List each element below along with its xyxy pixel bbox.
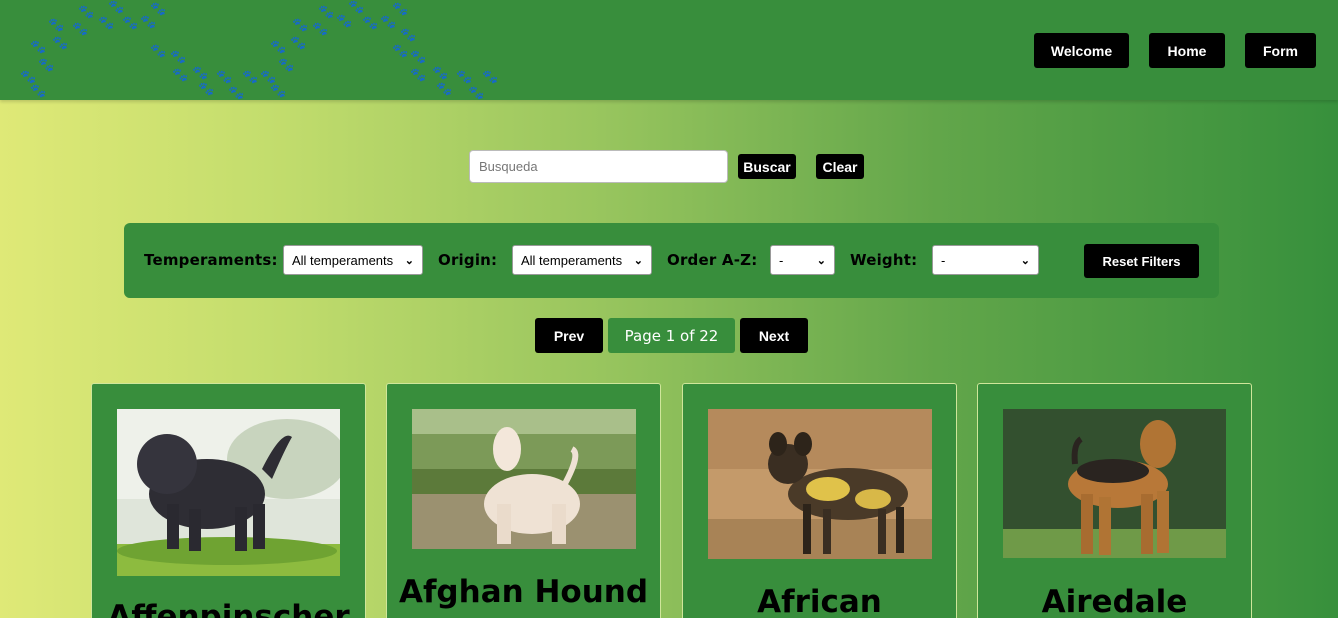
nav-form-button[interactable]: Form [1245,33,1316,68]
dog-card[interactable]: African [682,383,957,618]
paw-icon: 🐾 [30,83,47,98]
paw-icon: 🐾 [392,43,409,58]
paw-icon: 🐾 [410,67,427,82]
paw-icon: 🐾 [198,81,215,96]
prev-page-button[interactable]: Prev [535,318,603,353]
paw-icon: 🐾 [192,65,209,80]
paw-icon: 🐾 [216,69,233,84]
nav-welcome-button[interactable]: Welcome [1034,33,1129,68]
weight-select[interactable]: - ⌄ [932,245,1039,275]
dog-name: Afghan Hound [398,574,649,610]
dog-name: Affenpinscher [107,599,350,618]
paw-icon: 🐾 [228,85,245,100]
filter-bar: Temperaments: All temperaments ⌄ Origin:… [124,223,1219,298]
temperaments-label: Temperaments: [144,251,278,269]
paw-icon: 🐾 [456,69,473,84]
paw-prints-decoration: 🐾 🐾 🐾 🐾 🐾 🐾 🐾 🐾 🐾 🐾 🐾 🐾 🐾 🐾 🐾 🐾 🐾 🐾 🐾 🐾 … [0,0,520,100]
paw-icon: 🐾 [172,67,189,82]
dog-card[interactable]: Affenpinscher [91,383,366,618]
paw-icon: 🐾 [20,69,37,84]
search-input[interactable] [469,150,728,183]
paw-icon: 🐾 [348,0,365,14]
paw-icon: 🐾 [48,17,65,32]
dog-photo [412,409,636,549]
next-page-button[interactable]: Next [740,318,808,353]
buscar-button[interactable]: Buscar [738,154,796,179]
weight-label: Weight: [850,251,918,269]
reset-filters-button[interactable]: Reset Filters [1084,244,1199,278]
paw-icon: 🐾 [392,1,409,16]
paw-icon: 🐾 [482,69,499,84]
page-indicator: Page 1 of 22 [608,318,735,353]
dog-name: African [757,584,882,618]
paw-icon: 🐾 [98,15,115,30]
nav-home-button[interactable]: Home [1149,33,1225,68]
paw-icon: 🐾 [290,35,307,50]
paw-icon: 🐾 [30,39,47,54]
paw-icon: 🐾 [108,0,125,14]
paw-icon: 🐾 [270,83,287,98]
temperaments-select[interactable]: All temperaments ⌄ [283,245,423,275]
paw-icon: 🐾 [38,57,55,72]
paw-icon: 🐾 [436,81,453,96]
temperaments-select-value: All temperaments [292,252,394,268]
order-label: Order A-Z: [667,251,758,269]
paw-icon: 🐾 [292,17,309,32]
paw-icon: 🐾 [410,49,427,64]
paw-icon: 🐾 [400,27,417,42]
paw-icon: 🐾 [260,69,277,84]
paw-icon: 🐾 [318,4,335,19]
navbar: 🐾 🐾 🐾 🐾 🐾 🐾 🐾 🐾 🐾 🐾 🐾 🐾 🐾 🐾 🐾 🐾 🐾 🐾 🐾 🐾 … [0,0,1338,100]
dog-card[interactable]: Airedale [977,383,1252,618]
paw-icon: 🐾 [242,69,259,84]
weight-select-value: - [941,252,946,268]
dog-name: Airedale [1041,584,1188,618]
paw-icon: 🐾 [270,39,287,54]
dog-photo [117,409,340,576]
paw-icon: 🐾 [140,14,157,29]
paw-icon: 🐾 [336,13,353,28]
origin-select[interactable]: All temperaments ⌄ [512,245,652,275]
paw-icon: 🐾 [380,14,397,29]
paw-icon: 🐾 [150,43,167,58]
origin-label: Origin: [438,251,498,269]
origin-select-value: All temperaments [521,252,623,268]
dog-card[interactable]: Afghan Hound [386,383,661,618]
paw-icon: 🐾 [312,21,329,36]
paw-icon: 🐾 [122,15,139,30]
paw-icon: 🐾 [170,49,187,64]
paw-icon: 🐾 [78,4,95,19]
paw-icon: 🐾 [150,1,167,16]
chevron-down-icon: ⌄ [816,254,826,267]
paw-icon: 🐾 [468,85,485,100]
paw-icon: 🐾 [72,21,89,36]
paw-icon: 🐾 [278,57,295,72]
order-select[interactable]: - ⌄ [770,245,835,275]
order-select-value: - [779,252,784,268]
chevron-down-icon: ⌄ [404,254,414,267]
paw-icon: 🐾 [52,35,69,50]
dog-photo [708,409,932,559]
clear-button[interactable]: Clear [816,154,864,179]
paw-icon: 🐾 [432,65,449,80]
paw-icon: 🐾 [362,15,379,30]
dog-photo [1003,409,1226,558]
chevron-down-icon: ⌄ [633,254,643,267]
chevron-down-icon: ⌄ [1020,254,1030,267]
